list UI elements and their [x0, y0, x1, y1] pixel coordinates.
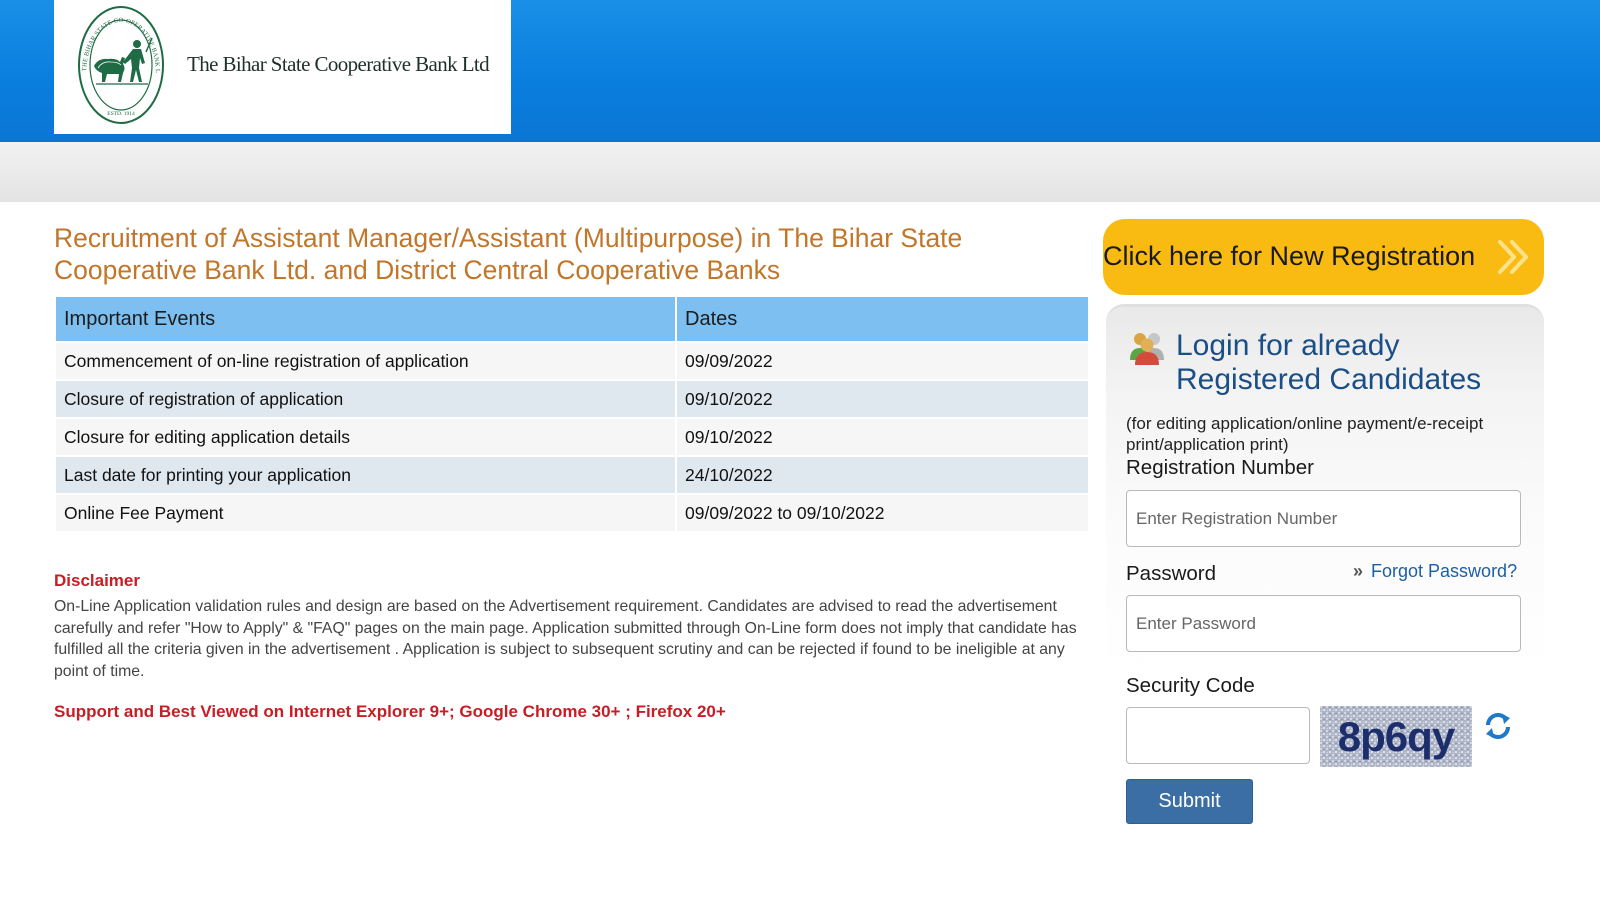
password-label: Password	[1126, 562, 1217, 585]
navigation-bar	[0, 142, 1600, 202]
login-title-line1: Login for already	[1176, 329, 1400, 362]
page-title: Recruitment of Assistant Manager/Assista…	[54, 223, 963, 285]
login-title-line2: Registered Candidates	[1176, 363, 1482, 396]
important-events-table: Important Events Dates Commencement of o…	[54, 295, 1090, 533]
table-row: Last date for printing your application …	[56, 457, 1088, 493]
event-date: 24/10/2022	[677, 457, 1088, 493]
table-row: Online Fee Payment 09/09/2022 to 09/10/2…	[56, 495, 1088, 531]
event-date: 09/09/2022	[677, 343, 1088, 379]
login-title: Login for already Registered Candidates	[1176, 329, 1481, 397]
event-date: 09/10/2022	[677, 381, 1088, 417]
table-row: Commencement of on-line registration of …	[56, 343, 1088, 379]
login-subtitle: (for editing application/online payment/…	[1126, 414, 1484, 454]
event-name: Online Fee Payment	[56, 495, 675, 531]
captcha-text: 8p6qy	[1338, 713, 1456, 760]
table-row: Closure of registration of application 0…	[56, 381, 1088, 417]
column-header-dates: Dates	[677, 297, 1088, 341]
captcha-image: 8p6qy	[1320, 706, 1472, 767]
registration-number-input[interactable]	[1126, 490, 1521, 547]
column-header-events: Important Events	[56, 297, 675, 341]
password-input[interactable]	[1126, 595, 1521, 652]
double-chevron-right-icon	[1498, 240, 1528, 274]
event-date: 09/10/2022	[677, 419, 1088, 455]
submit-button[interactable]: Submit	[1126, 779, 1253, 824]
table-row: Closure for editing application details …	[56, 419, 1088, 455]
event-name: Last date for printing your application	[56, 457, 675, 493]
seal-est: ESTD. 1914	[107, 111, 135, 117]
header-banner: THE BIHAR STATE CO-OPERATIVE BANK LTD. P…	[0, 0, 1600, 142]
event-name: Closure for editing application details	[56, 419, 675, 455]
forgot-password-label: Forgot Password?	[1371, 561, 1518, 581]
logo-box: THE BIHAR STATE CO-OPERATIVE BANK LTD. P…	[54, 0, 511, 134]
event-name: Closure of registration of application	[56, 381, 675, 417]
disclaimer-heading: Disclaimer	[54, 571, 140, 590]
new-registration-label: Click here for New Registration	[1103, 241, 1476, 271]
bank-seal-logo: THE BIHAR STATE CO-OPERATIVE BANK LTD. P…	[76, 4, 164, 124]
registration-number-label: Registration Number	[1126, 456, 1314, 479]
browser-support-note: Support and Best Viewed on Internet Expl…	[54, 702, 726, 721]
disclaimer-text: On-Line Application validation rules and…	[54, 598, 1077, 680]
bank-name: The Bihar State Cooperative Bank Ltd	[187, 52, 490, 76]
forgot-password-link[interactable]: » Forgot Password?	[1353, 561, 1517, 582]
event-name: Commencement of on-line registration of …	[56, 343, 675, 379]
refresh-icon[interactable]	[1482, 710, 1514, 742]
table-header-row: Important Events Dates	[56, 297, 1088, 341]
event-date: 09/09/2022 to 09/10/2022	[677, 495, 1088, 531]
new-registration-button[interactable]: Click here for New Registration	[1103, 219, 1544, 295]
double-chevron-icon: »	[1353, 561, 1364, 581]
users-icon	[1130, 333, 1164, 365]
security-code-label: Security Code	[1126, 674, 1255, 697]
security-code-input[interactable]	[1126, 707, 1310, 764]
